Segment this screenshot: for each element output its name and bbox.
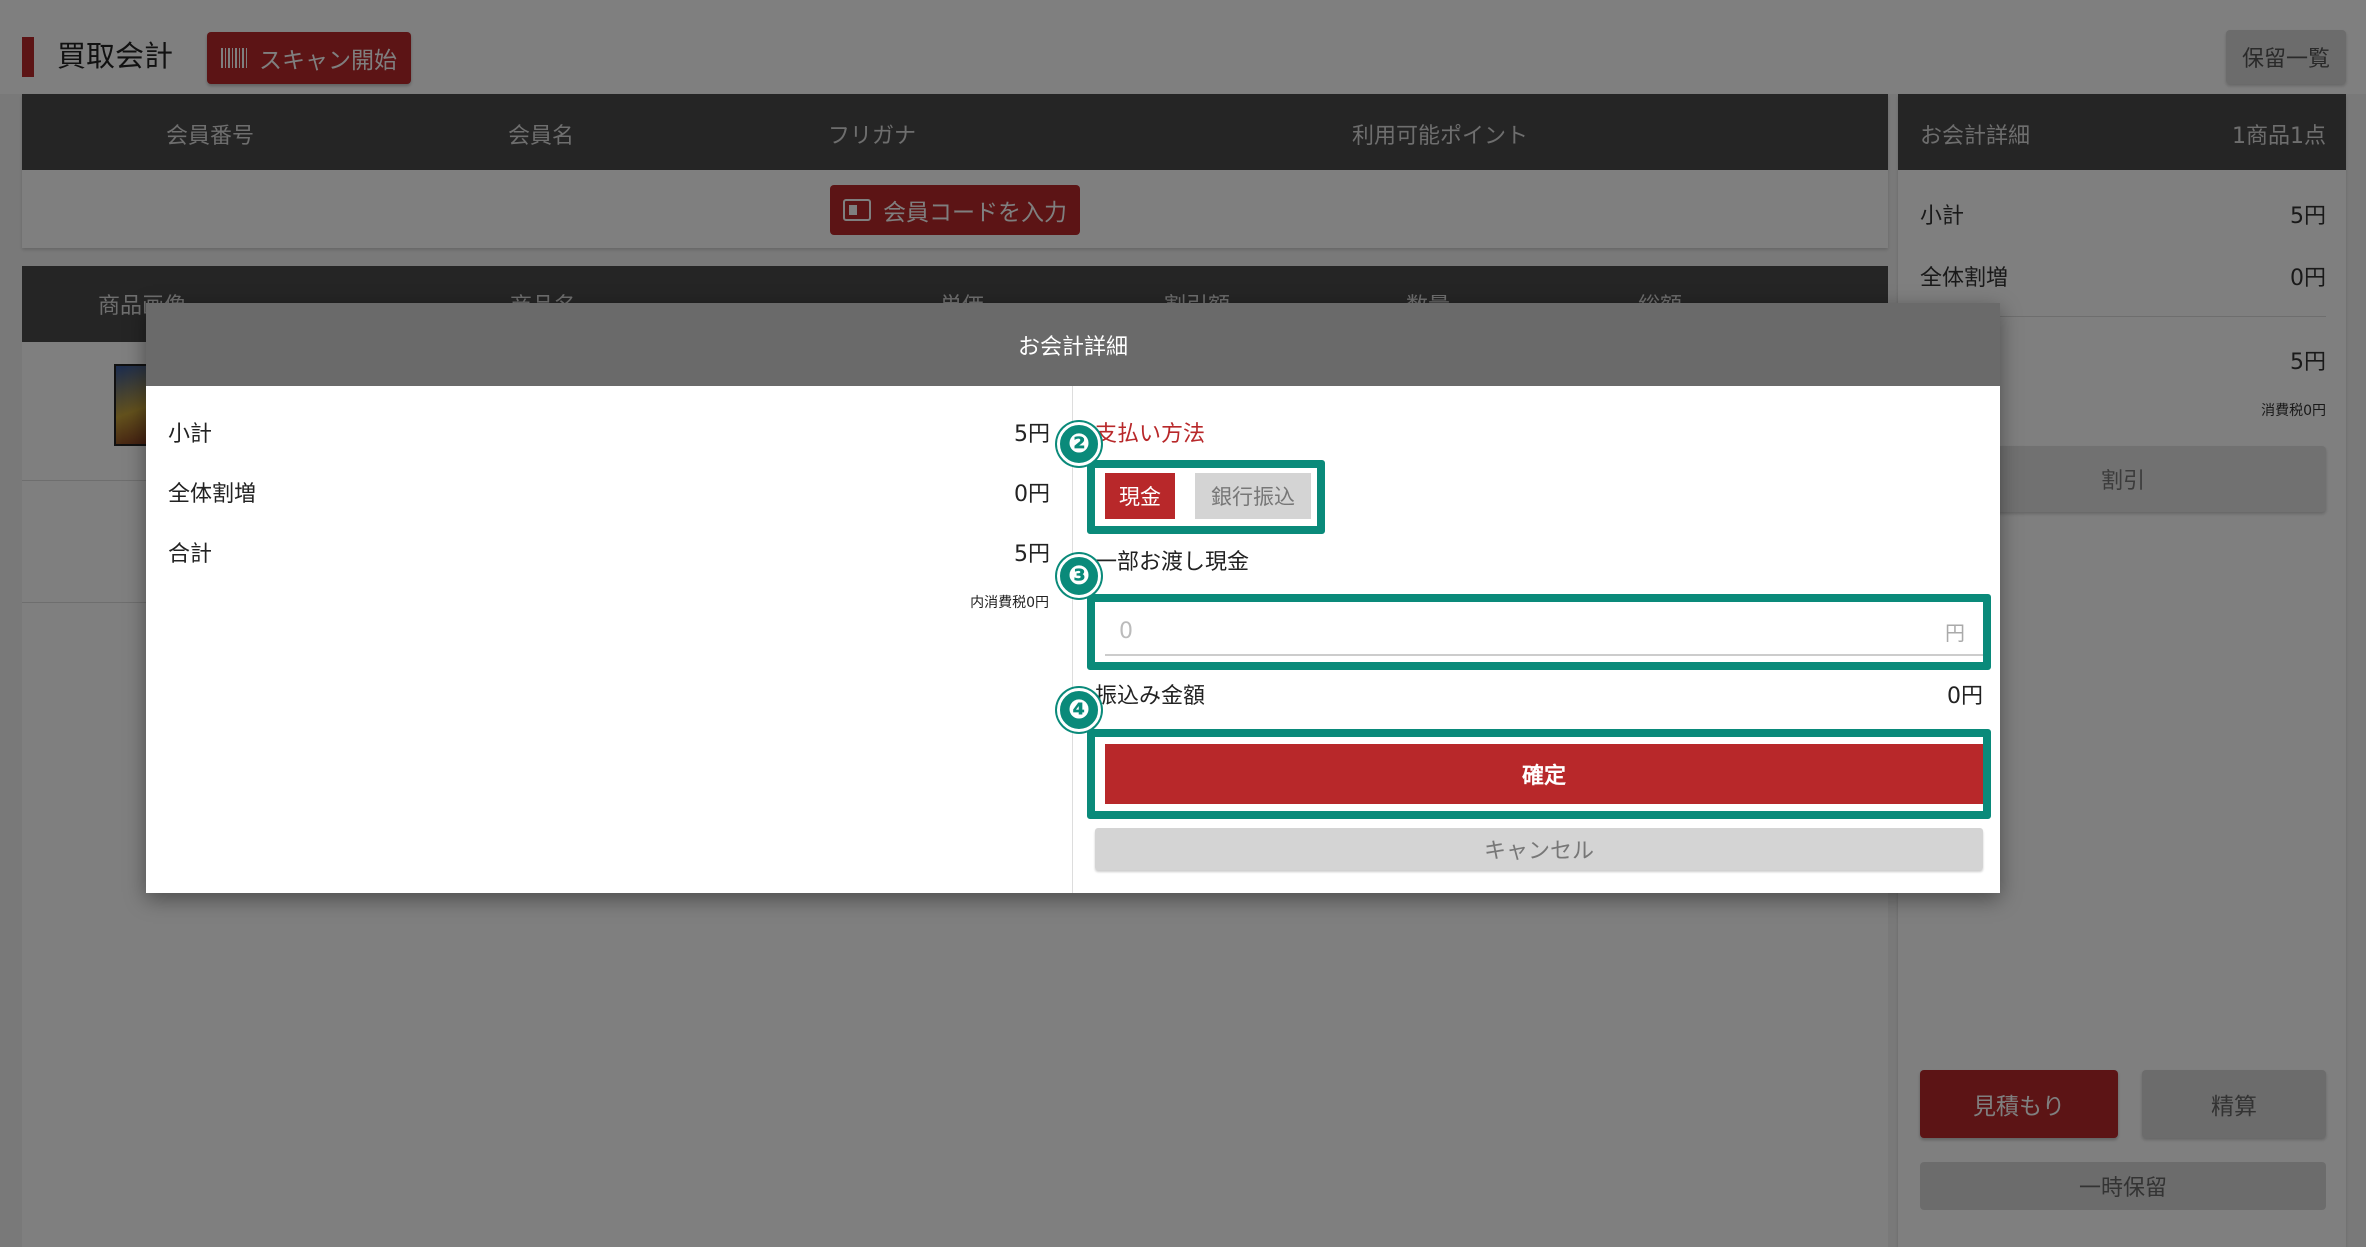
bank-transfer-option[interactable]: 銀行振込 (1195, 473, 1311, 519)
step-4-badge: ❹ (1057, 688, 1101, 732)
step-3-badge: ❸ (1057, 554, 1101, 598)
modal-subtotal-value: 5円 (1014, 422, 1050, 447)
step-2-badge: ❷ (1057, 422, 1101, 466)
transfer-amount-row: 振込み金額 0円 (1095, 678, 1983, 710)
confirm-button[interactable]: 確定 (1105, 744, 1983, 804)
modal-overall-label: 全体割増 (168, 482, 257, 507)
modal-tax-note: 内消費税0円 (970, 595, 1049, 611)
modal-totals-pane: 小計 5円 全体割増 0円 合計 5円 内消費税0円 (146, 386, 1073, 893)
payment-method-toggle: 現金 銀行振込 (1105, 473, 1315, 519)
modal-subtotal-row: 小計 5円 (168, 416, 1050, 448)
yen-suffix: 円 (1945, 621, 1965, 645)
partial-cash-label: 一部お渡し現金 (1095, 550, 1250, 575)
modal-total-label: 合計 (168, 542, 213, 567)
modal-title: お会計詳細 (146, 303, 2000, 386)
cash-option[interactable]: 現金 (1105, 473, 1175, 519)
toggle-gap (1175, 473, 1195, 519)
modal-overall-value: 0円 (1014, 482, 1050, 507)
modal-overall-row: 全体割増 0円 (168, 476, 1050, 508)
modal-total-value: 5円 (1014, 542, 1050, 567)
transfer-amount-label: 振込み金額 (1095, 684, 1206, 709)
modal-subtotal-label: 小計 (168, 422, 213, 447)
cancel-button[interactable]: キャンセル (1095, 828, 1983, 870)
modal-payment-pane: 支払い方法 現金 銀行振込 ❷ 一部お渡し現金 円 ❸ 振込み金額 0円 確定 … (1057, 386, 2000, 893)
payment-method-label: 支払い方法 (1095, 422, 1206, 447)
checkout-detail-modal: お会計詳細 小計 5円 全体割増 0円 合計 5円 内消費税0円 支払い方法 現… (146, 303, 2000, 893)
partial-cash-input[interactable] (1105, 608, 1983, 656)
transfer-amount-value: 0円 (1947, 684, 1983, 709)
modal-total-row: 合計 5円 (168, 536, 1050, 568)
